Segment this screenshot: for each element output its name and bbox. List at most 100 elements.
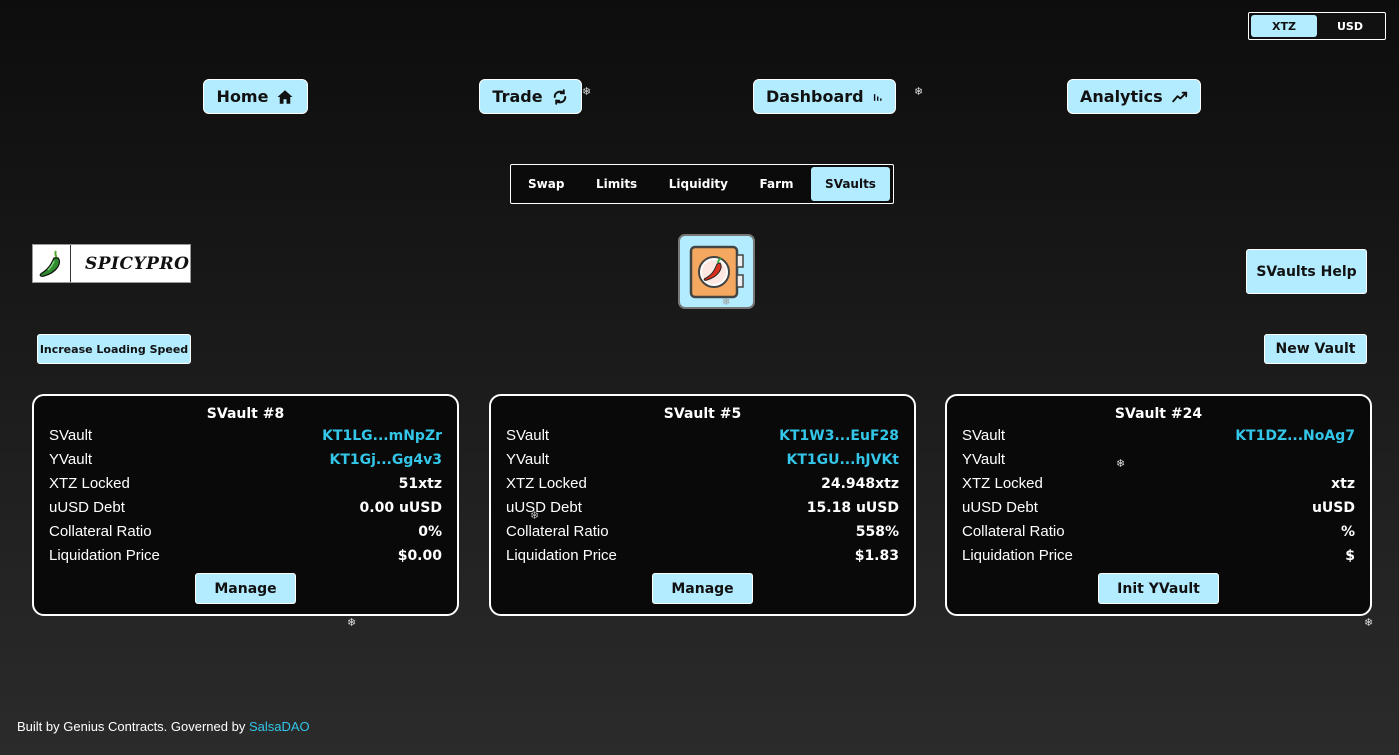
row-label: Liquidation Price — [962, 547, 1073, 564]
row-label: XTZ Locked — [506, 475, 587, 492]
row-label: Collateral Ratio — [962, 523, 1065, 540]
row-value: uUSD — [1311, 500, 1355, 516]
nav-home-label: Home — [216, 87, 269, 106]
vault-row-liquidation-price: Liquidation Price $0.00 — [49, 544, 442, 568]
vault-row-xtz-locked: XTZ Locked 51xtz — [49, 472, 442, 496]
row-value: 24.948xtz — [821, 476, 899, 492]
vault-row-collateral-ratio: Collateral Ratio% — [962, 520, 1355, 544]
vault-row-yvault: YVault — [962, 448, 1355, 472]
yvault-address-link[interactable]: KT1Gj...Gg4v3 — [329, 448, 442, 472]
row-label: Liquidation Price — [49, 547, 160, 564]
snowflake-icon: ❄ — [722, 297, 731, 308]
snowflake-icon: ❄ — [582, 85, 592, 98]
new-vault-button[interactable]: New Vault — [1264, 334, 1367, 364]
row-value: 0% — [418, 524, 442, 540]
init-yvault-button[interactable]: Init YVault — [1098, 573, 1219, 604]
salsadao-link[interactable]: SalsaDAO — [249, 719, 310, 734]
row-label: YVault — [506, 451, 550, 468]
row-label: SVault — [506, 427, 550, 444]
row-label: YVault — [962, 451, 1006, 468]
svaults-help-button[interactable]: SVaults Help — [1246, 249, 1367, 294]
row-label: uUSD Debt — [962, 499, 1038, 516]
snowflake-icon: ❄ — [1364, 616, 1374, 629]
row-value: $1.83 — [854, 548, 899, 564]
row-label: Liquidation Price — [506, 547, 617, 564]
vault-row-liquidation-price: Liquidation Price $ — [962, 544, 1355, 568]
svault-address-link[interactable]: KT1DZ...NoAg7 — [1235, 424, 1355, 448]
nav-dashboard-label: Dashboard — [766, 87, 864, 106]
logo-text: SPICYPRO — [85, 253, 190, 274]
vault-row-collateral-ratio: Collateral Ratio 558% — [506, 520, 899, 544]
nav-trade-label: Trade — [492, 87, 543, 106]
row-value: % — [1340, 524, 1355, 540]
svault-address-link[interactable]: KT1W3...EuF28 — [779, 424, 899, 448]
manage-button[interactable]: Manage — [195, 573, 296, 604]
increase-loading-speed-button[interactable]: Increase Loading Speed — [37, 334, 191, 364]
tab-swap[interactable]: Swap — [514, 167, 578, 201]
spicypro-logo[interactable]: SPICYPRO — [32, 244, 191, 283]
footer-text: Built by Genius Contracts. Governed by — [17, 719, 249, 734]
trend-line-icon — [1171, 91, 1187, 102]
vault-row-yvault: YVault KT1Gj...Gg4v3 — [49, 448, 442, 472]
row-label: uUSD Debt — [49, 499, 125, 516]
vault-card: SVault #24 SVault KT1DZ...NoAg7 YVault XT… — [945, 394, 1372, 616]
vault-card: SVault #5 SVault KT1W3...EuF28 YVault KT1G… — [489, 394, 916, 616]
currency-xtz-option[interactable]: XTZ — [1251, 15, 1317, 37]
tab-farm[interactable]: Farm — [746, 167, 808, 201]
nav-dashboard-button[interactable]: Dashboard — [753, 79, 896, 114]
row-value: xtz — [1331, 476, 1355, 492]
vault-icon — [678, 234, 755, 309]
pepper-icon — [39, 249, 60, 277]
row-value: 0.00 uUSD — [359, 500, 442, 516]
vault-card: SVault #8 SVault KT1LG...mNpZr YVault KT1G… — [32, 394, 459, 616]
tab-liquidity[interactable]: Liquidity — [655, 167, 742, 201]
home-icon — [277, 89, 293, 104]
vault-row-liquidation-price: Liquidation Price $1.83 — [506, 544, 899, 568]
currency-usd-option[interactable]: USD — [1317, 15, 1383, 37]
vault-row-svault: SVault KT1DZ...NoAg7 — [962, 424, 1355, 448]
row-value: 558% — [855, 524, 899, 540]
row-value: $0.00 — [397, 548, 442, 564]
tab-svaults[interactable]: SVaults — [811, 167, 890, 201]
row-label: SVault — [962, 427, 1006, 444]
vault-title: SVault #5 — [663, 406, 742, 422]
manage-button[interactable]: Manage — [652, 573, 753, 604]
row-label: XTZ Locked — [49, 475, 130, 492]
snowflake-icon: ❄ — [347, 616, 357, 629]
nav-trade-button[interactable]: Trade — [479, 79, 582, 114]
vault-row-yvault: YVault KT1GU...hJVKt — [506, 448, 899, 472]
currency-toggle: XTZ USD — [1248, 12, 1386, 40]
vault-row-xtz-locked: XTZ Locked xtz — [962, 472, 1355, 496]
vault-title: SVault #8 — [206, 406, 285, 422]
yvault-address-link[interactable]: KT1GU...hJVKt — [786, 448, 899, 472]
bar-chart-icon — [873, 93, 882, 101]
sub-tabs: Swap Limits Liquidity Farm SVaults — [510, 164, 894, 204]
vault-row-svault: SVault KT1W3...EuF28 — [506, 424, 899, 448]
logo-pepper-box — [33, 245, 71, 282]
row-label: XTZ Locked — [962, 475, 1043, 492]
sync-icon — [553, 88, 566, 105]
row-value: 15.18 uUSD — [806, 500, 899, 516]
row-label: Collateral Ratio — [506, 523, 609, 540]
snowflake-icon: ❄ — [530, 509, 540, 522]
vault-row-xtz-locked: XTZ Locked 24.948xtz — [506, 472, 899, 496]
vault-row-collateral-ratio: Collateral Ratio 0% — [49, 520, 442, 544]
row-value: 51xtz — [398, 476, 442, 492]
vault-row-uusd-debt: uUSD Debt uUSD — [962, 496, 1355, 520]
tab-limits[interactable]: Limits — [582, 167, 651, 201]
vault-title: SVault #24 — [1114, 406, 1203, 422]
row-label: YVault — [49, 451, 93, 468]
snowflake-icon: ❄ — [914, 85, 924, 98]
vault-row-uusd-debt: uUSD Debt 0.00 uUSD — [49, 496, 442, 520]
row-label: uUSD Debt — [506, 499, 582, 516]
row-value: $ — [1345, 548, 1355, 564]
nav-analytics-button[interactable]: Analytics — [1067, 79, 1201, 114]
row-label: Collateral Ratio — [49, 523, 152, 540]
snowflake-icon: ❄ — [1116, 457, 1126, 470]
svault-address-link[interactable]: KT1LG...mNpZr — [322, 424, 442, 448]
vault-row-uusd-debt: uUSD Debt 15.18 uUSD — [506, 496, 899, 520]
nav-analytics-label: Analytics — [1080, 87, 1163, 106]
footer: Built by Genius Contracts. Governed by S… — [17, 719, 310, 734]
row-label: SVault — [49, 427, 93, 444]
nav-home-button[interactable]: Home — [203, 79, 308, 114]
